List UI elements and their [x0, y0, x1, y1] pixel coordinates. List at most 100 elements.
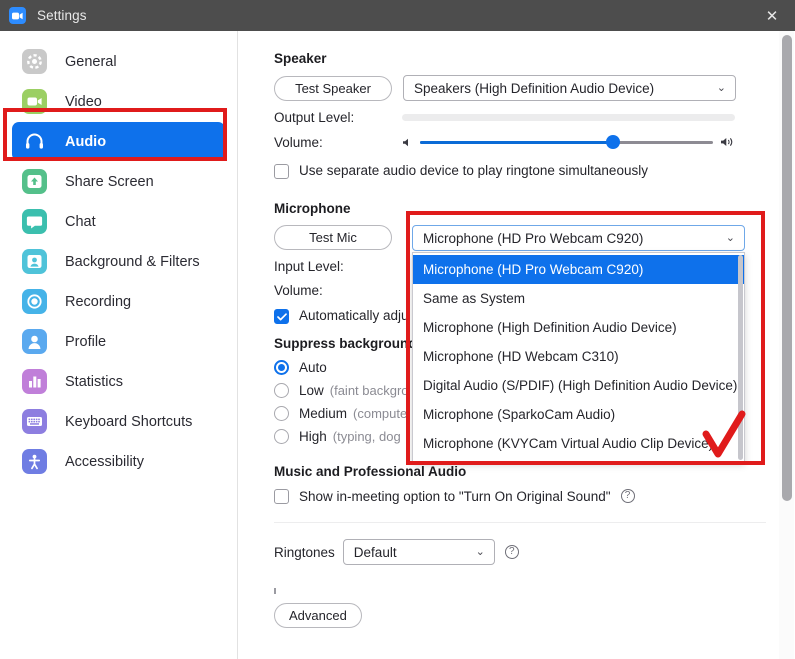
suppress-option-label: Low: [299, 383, 324, 398]
sidebar-item-label: Recording: [65, 293, 132, 310]
speaker-volume-slider[interactable]: [402, 134, 735, 150]
suppress-option-hint: (compute: [353, 406, 408, 421]
dropdown-option[interactable]: Microphone (HD Webcam C310): [413, 342, 744, 371]
sidebar-item-label: General: [65, 53, 117, 70]
output-level-label: Output Level:: [274, 110, 355, 125]
ringtones-label: Ringtones: [274, 544, 335, 560]
gear-icon: [22, 49, 47, 74]
section-divider: [274, 522, 766, 523]
headphones-icon: [22, 129, 47, 154]
microphone-heading: Microphone: [274, 201, 351, 216]
auto-adjust-label: Automatically adju: [299, 308, 409, 323]
sidebar-item-label: Background & Filters: [65, 253, 200, 270]
microphone-device-dropdown: Microphone (HD Pro Webcam C920) ⌄ Microp…: [412, 225, 745, 462]
separate-ringtone-label: Use separate audio device to play ringto…: [299, 163, 648, 178]
music-audio-heading: Music and Professional Audio: [274, 464, 467, 479]
chat-bubble-icon: [22, 209, 47, 234]
radio-low[interactable]: [274, 383, 289, 398]
microphone-device-select[interactable]: Microphone (HD Pro Webcam C920) ⌄: [412, 225, 745, 251]
microphone-dropdown-list: Microphone (HD Pro Webcam C920) Same as …: [412, 252, 745, 462]
dropdown-option[interactable]: Microphone (SparkoCam Audio): [413, 400, 744, 429]
sidebar-item-label: Profile: [65, 333, 107, 350]
sidebar-item-label: Video: [65, 93, 102, 110]
record-circle-icon: [22, 289, 47, 314]
sidebar-item-label: Statistics: [65, 373, 124, 390]
output-level-meter: [402, 114, 735, 121]
sidebar-item-label: Accessibility: [65, 453, 144, 470]
help-circle-icon[interactable]: ?: [620, 489, 635, 503]
microphone-device-value: Microphone (HD Pro Webcam C920): [423, 230, 644, 246]
original-sound-checkbox[interactable]: [274, 489, 289, 504]
dropdown-scrollbar[interactable]: [738, 255, 743, 460]
sidebar-item-audio[interactable]: Audio: [12, 122, 225, 161]
suppress-option-hint: (faint backgro: [329, 383, 409, 398]
separate-ringtone-row: Use separate audio device to play ringto…: [274, 163, 779, 179]
content-scrollbar[interactable]: [779, 31, 794, 659]
speaker-volume-label: Volume:: [274, 134, 323, 150]
sidebar-item-label: Keyboard Shortcuts: [65, 413, 193, 430]
window-title: Settings: [37, 8, 87, 23]
auto-adjust-checkbox[interactable]: [274, 309, 289, 324]
settings-window: Settings ✕ General Video Audio Share Scr…: [0, 0, 795, 659]
sidebar-item-label: Audio: [65, 133, 107, 150]
sidebar-item-chat[interactable]: Chat: [12, 202, 225, 241]
suppress-option-hint: (typing, dog: [332, 429, 401, 444]
keyboard-icon: [22, 409, 47, 434]
dropdown-option[interactable]: Microphone (High Definition Audio Device…: [413, 313, 744, 342]
original-sound-label: Show in-meeting option to "Turn On Origi…: [299, 488, 611, 504]
ringtones-row: Ringtones Default ⌄ ?: [274, 539, 779, 565]
speaker-device-row: Test Speaker Speakers (High Definition A…: [274, 75, 779, 101]
sidebar-item-video[interactable]: Video: [12, 82, 225, 121]
speaker-high-icon: [720, 136, 735, 148]
separate-ringtone-checkbox[interactable]: [274, 164, 289, 179]
scrollbar-thumb[interactable]: [782, 35, 792, 501]
suppress-option-label: High: [299, 429, 327, 444]
input-level-label: Input Level:: [274, 259, 344, 274]
speaker-device-select[interactable]: Speakers (High Definition Audio Device) …: [403, 75, 736, 101]
share-screen-icon: [22, 169, 47, 194]
accessibility-icon: [22, 449, 47, 474]
sidebar-item-background-filters[interactable]: Background & Filters: [12, 242, 225, 281]
volume-fill: [420, 140, 614, 144]
mic-volume-label: Volume:: [274, 283, 323, 298]
help-circle-icon[interactable]: ?: [504, 545, 519, 559]
sidebar-item-keyboard-shortcuts[interactable]: Keyboard Shortcuts: [12, 402, 225, 441]
chevron-down-icon: ⌄: [475, 545, 485, 558]
person-icon: [22, 329, 47, 354]
sidebar-item-recording[interactable]: Recording: [12, 282, 225, 321]
speaker-volume-row: Volume:: [274, 134, 779, 150]
close-icon[interactable]: ✕: [749, 0, 795, 31]
title-bar: Settings ✕: [0, 0, 795, 31]
sidebar-item-general[interactable]: General: [12, 42, 225, 81]
chevron-down-icon: ⌄: [716, 81, 726, 94]
sidebar: General Video Audio Share Screen Chat Ba…: [0, 31, 238, 659]
speaker-device-value: Speakers (High Definition Audio Device): [414, 80, 655, 96]
bar-chart-icon: [22, 369, 47, 394]
suppress-option-label: Auto: [299, 360, 327, 375]
test-mic-button[interactable]: Test Mic: [274, 225, 392, 250]
dropdown-option[interactable]: Microphone (KVYCam Virtual Audio Clip De…: [413, 429, 744, 458]
sidebar-item-share-screen[interactable]: Share Screen: [12, 162, 225, 201]
original-sound-row: Show in-meeting option to "Turn On Origi…: [274, 488, 779, 504]
volume-knob[interactable]: [606, 135, 621, 149]
sidebar-item-profile[interactable]: Profile: [12, 322, 225, 361]
suppress-option-label: Medium: [299, 406, 348, 421]
video-camera-icon: [22, 89, 47, 114]
radio-medium[interactable]: [274, 406, 289, 421]
ringtones-select[interactable]: Default ⌄: [342, 539, 495, 565]
sidebar-item-label: Share Screen: [65, 173, 154, 190]
sidebar-item-accessibility[interactable]: Accessibility: [12, 442, 225, 481]
dropdown-option[interactable]: Same as System: [413, 284, 744, 313]
ringtones-value: Default: [353, 544, 397, 560]
dropdown-option[interactable]: Microphone (HD Pro Webcam C920): [413, 255, 744, 284]
test-speaker-button[interactable]: Test Speaker: [274, 75, 392, 101]
radio-auto[interactable]: [274, 360, 289, 375]
radio-high[interactable]: [274, 429, 289, 444]
dropdown-option[interactable]: Digital Audio (S/PDIF) (High Definition …: [413, 371, 744, 400]
sidebar-item-statistics[interactable]: Statistics: [12, 362, 225, 401]
partial-checkbox[interactable]: [274, 588, 276, 594]
zoom-video-icon: [9, 7, 26, 24]
advanced-button[interactable]: Advanced: [274, 603, 362, 628]
sidebar-item-label: Chat: [65, 213, 96, 230]
speaker-heading: Speaker: [274, 51, 327, 66]
